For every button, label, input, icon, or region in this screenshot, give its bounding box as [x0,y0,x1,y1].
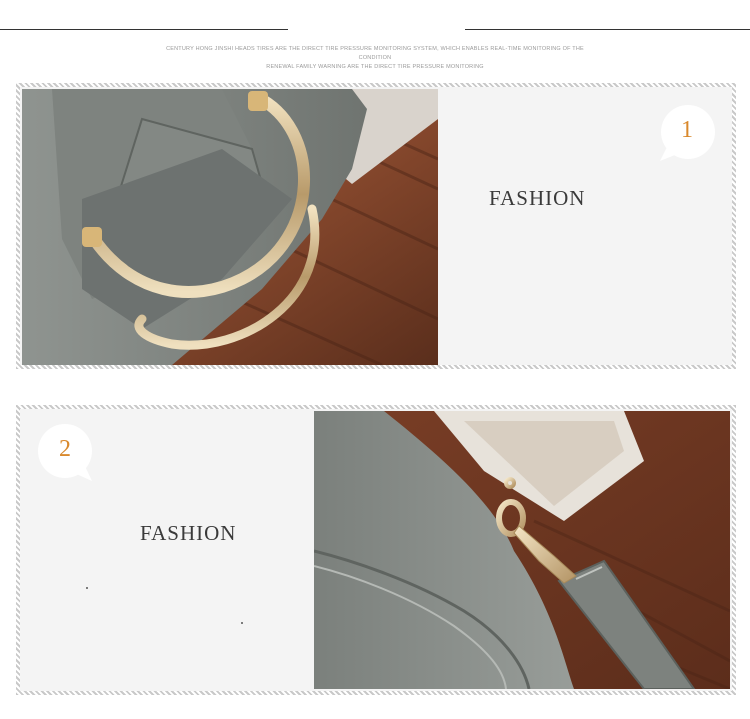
speck-dot [241,622,243,624]
tagline-line-1: Century Hong Jinshi Heads tires are the … [166,46,584,61]
speck-dot [86,587,88,589]
header-tagline: Century Hong Jinshi Heads tires are the … [150,45,600,72]
header-divider-right [465,29,750,30]
fashion-label-2: FASHION [140,521,237,545]
handbag-metal-handle-illustration [22,89,438,365]
tagline-line-2: renewal family warning are the direct ti… [266,64,484,70]
handbag-strap-clasp-photo [314,411,730,689]
header-divider-left [0,29,288,30]
fashion-label-1: FASHION [489,186,586,210]
handbag-metal-handle-photo [22,89,438,365]
handbag-strap-clasp-illustration [314,411,730,689]
bubble-number-1: 1 [681,117,693,143]
bubble-number-2: 2 [59,436,71,462]
number-bubble-2: 2 [36,424,94,482]
feature-panel-2: 2 FASHION [16,405,736,695]
feature-panel-1: FASHION 1 [16,83,736,369]
number-bubble-1: 1 [658,105,716,163]
